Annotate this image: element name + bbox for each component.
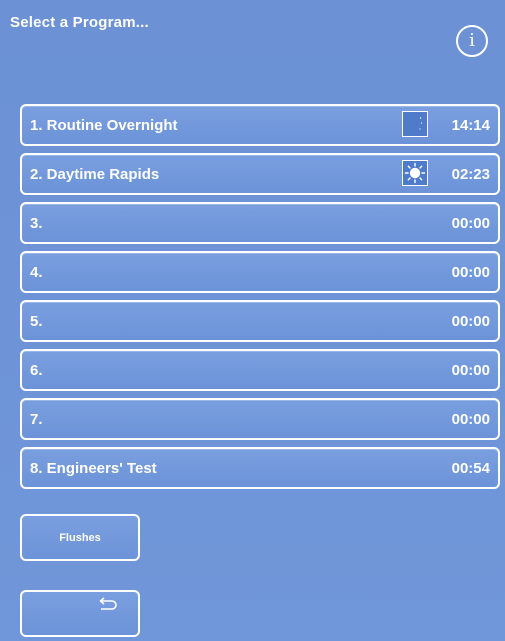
program-name: 1. Routine Overnight — [30, 117, 178, 134]
program-time: 00:00 — [451, 215, 490, 232]
program-button-7[interactable]: 7. 00:00 — [20, 398, 500, 440]
program-button-2[interactable]: 2. Daytime Rapids 02:23 — [20, 153, 500, 195]
program-name: 5. — [30, 313, 43, 330]
program-select-screen: Select a Program... i 1. Routine Overnig… — [0, 0, 505, 641]
info-icon: i — [469, 30, 475, 51]
program-name: 6. — [30, 362, 43, 379]
program-button-4[interactable]: 4. 00:00 — [20, 251, 500, 293]
program-time: 00:54 — [451, 460, 490, 477]
program-time: 00:00 — [451, 362, 490, 379]
moon-icon — [402, 111, 428, 137]
return-arrow-icon — [99, 597, 117, 610]
program-time: 02:23 — [451, 166, 490, 183]
program-time: 14:14 — [451, 117, 490, 134]
flushes-label: Flushes — [59, 531, 101, 544]
program-list: 1. Routine Overnight 14:14 2. Daytime Ra… — [20, 104, 500, 496]
program-name: 3. — [30, 215, 43, 232]
program-name: 7. — [30, 411, 43, 428]
program-button-1[interactable]: 1. Routine Overnight 14:14 — [20, 104, 500, 146]
program-time: 00:00 — [451, 411, 490, 428]
page-title: Select a Program... — [10, 14, 149, 31]
program-name: 2. Daytime Rapids — [30, 166, 160, 183]
back-button[interactable] — [20, 590, 140, 637]
program-button-5[interactable]: 5. 00:00 — [20, 300, 500, 342]
program-time: 00:00 — [451, 264, 490, 281]
flushes-button[interactable]: Flushes — [20, 514, 140, 561]
info-button[interactable]: i — [456, 25, 488, 57]
program-button-3[interactable]: 3. 00:00 — [20, 202, 500, 244]
sun-icon — [402, 160, 428, 186]
program-button-8[interactable]: 8. Engineers' Test 00:54 — [20, 447, 500, 489]
program-name: 8. Engineers' Test — [30, 460, 157, 477]
program-button-6[interactable]: 6. 00:00 — [20, 349, 500, 391]
program-name: 4. — [30, 264, 43, 281]
program-time: 00:00 — [451, 313, 490, 330]
